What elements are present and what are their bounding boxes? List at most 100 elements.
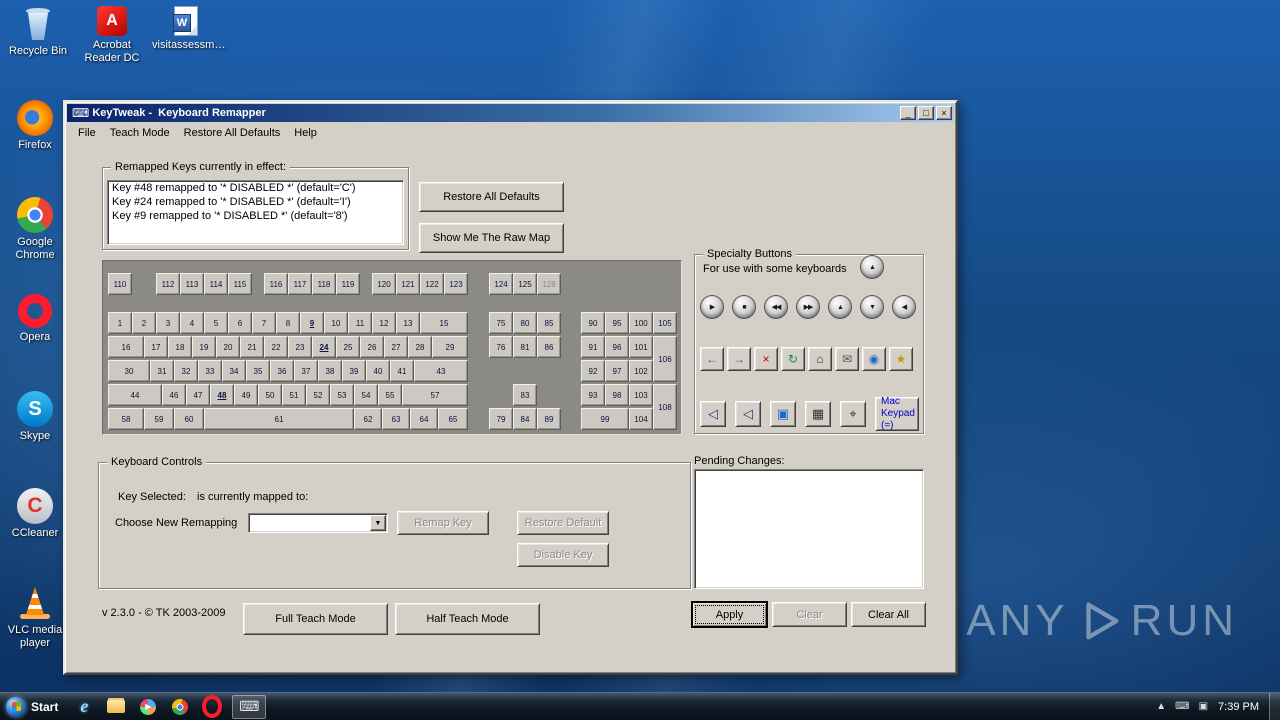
back-button[interactable]: ← (700, 347, 724, 371)
key-button[interactable]: 85 (537, 312, 561, 334)
mail-button[interactable]: ✉ (835, 347, 859, 371)
key-button[interactable]: 125 (513, 273, 537, 295)
show-raw-map-button[interactable]: Show Me The Raw Map (419, 223, 564, 253)
key-button[interactable]: 20 (216, 336, 240, 358)
key-button[interactable]: 52 (306, 384, 330, 406)
eject-button[interactable]: ▲ (860, 255, 884, 279)
favorites-button[interactable]: ★ (889, 347, 913, 371)
key-button[interactable]: 17 (144, 336, 168, 358)
key-button[interactable]: 28 (408, 336, 432, 358)
prev-track-button[interactable]: ◀ (892, 295, 916, 319)
key-button[interactable]: 18 (168, 336, 192, 358)
key-button[interactable]: 120 (372, 273, 396, 295)
key-button[interactable]: 108 (653, 384, 677, 430)
menu-item[interactable]: File (71, 125, 103, 141)
key-button[interactable]: 64 (410, 408, 438, 430)
key-button[interactable]: 29 (432, 336, 468, 358)
show-desktop-button[interactable] (1269, 693, 1280, 720)
play-button[interactable]: ▶ (700, 295, 724, 319)
key-button[interactable]: 114 (204, 273, 228, 295)
desktop-icon-firefox[interactable]: Firefox (3, 100, 67, 197)
key-button[interactable]: 118 (312, 273, 336, 295)
restore-default-button[interactable]: Restore Default (517, 511, 609, 535)
key-button[interactable]: 112 (156, 273, 180, 295)
desktop-icon-ccleaner[interactable]: CCleaner (3, 488, 67, 585)
desktop-icon-opera[interactable]: Opera (3, 294, 67, 391)
key-button[interactable]: 53 (330, 384, 354, 406)
forward-button[interactable]: → (727, 347, 751, 371)
key-button[interactable]: 97 (605, 360, 629, 382)
key-button[interactable]: 49 (234, 384, 258, 406)
key-button[interactable]: 24 (312, 336, 336, 358)
restore-all-defaults-button[interactable]: Restore All Defaults (419, 182, 564, 212)
key-button[interactable]: 34 (222, 360, 246, 382)
speaker-volume-button[interactable]: ◁ (735, 401, 761, 427)
key-button[interactable]: 4 (180, 312, 204, 334)
menu-item[interactable]: Help (287, 125, 324, 141)
key-button[interactable]: 58 (108, 408, 144, 430)
full-teach-mode-button[interactable]: Full Teach Mode (243, 603, 388, 635)
maximize-button[interactable]: □ (918, 106, 934, 120)
key-button[interactable]: 102 (629, 360, 653, 382)
desktop-icon-recycle-bin[interactable]: Recycle Bin (4, 6, 72, 65)
key-button[interactable]: 89 (537, 408, 561, 430)
key-button[interactable]: 103 (629, 384, 653, 406)
key-button[interactable]: 121 (396, 273, 420, 295)
key-button[interactable]: 105 (653, 312, 677, 334)
half-teach-mode-button[interactable]: Half Teach Mode (395, 603, 540, 635)
key-button[interactable]: 6 (228, 312, 252, 334)
key-button[interactable]: 115 (228, 273, 252, 295)
key-button[interactable]: 25 (336, 336, 360, 358)
key-button[interactable]: 59 (144, 408, 174, 430)
start-button[interactable]: Start (0, 693, 68, 720)
key-button[interactable]: 119 (336, 273, 360, 295)
title-bar[interactable]: ⌨ KeyTweak - Keyboard Remapper _ □ × (67, 104, 954, 122)
calculator-button[interactable]: ▦ (805, 401, 831, 427)
chevron-down-icon[interactable]: ▼ (370, 515, 386, 531)
key-button[interactable]: 12 (372, 312, 396, 334)
minimize-button[interactable]: _ (900, 106, 916, 120)
key-button[interactable]: 116 (264, 273, 288, 295)
key-button[interactable]: 33 (198, 360, 222, 382)
key-button[interactable]: 36 (270, 360, 294, 382)
taskbar-chrome[interactable] (164, 694, 196, 720)
key-button[interactable]: 38 (318, 360, 342, 382)
key-button[interactable]: 3 (156, 312, 180, 334)
key-button[interactable]: 2 (132, 312, 156, 334)
key-button[interactable]: 65 (438, 408, 468, 430)
key-button[interactable]: 21 (240, 336, 264, 358)
key-button[interactable]: 43 (414, 360, 468, 382)
key-button[interactable]: 76 (489, 336, 513, 358)
refresh-button[interactable]: ↻ (781, 347, 805, 371)
key-button[interactable]: 90 (581, 312, 605, 334)
key-button[interactable]: 37 (294, 360, 318, 382)
stop-nav-button[interactable]: × (754, 347, 778, 371)
remapped-keys-listbox[interactable]: Key #48 remapped to '* DISABLED *' (defa… (107, 180, 404, 245)
key-button[interactable]: 126 (537, 273, 561, 295)
volume-down-button[interactable]: ▼ (860, 295, 884, 319)
clear-all-button[interactable]: Clear All (851, 602, 926, 627)
remapped-key-entry[interactable]: Key #24 remapped to '* DISABLED *' (defa… (108, 195, 403, 209)
key-button[interactable]: 30 (108, 360, 150, 382)
key-button[interactable]: 9 (300, 312, 324, 334)
mac-keypad-button[interactable]: Mac Keypad (=) (875, 396, 919, 431)
close-button[interactable]: × (936, 106, 952, 120)
taskbar-explorer[interactable] (100, 694, 132, 720)
remap-key-button[interactable]: Remap Key (397, 511, 489, 535)
desktop-icon-vlc[interactable]: VLC media player (3, 585, 67, 682)
key-button[interactable]: 57 (402, 384, 468, 406)
key-button[interactable]: 124 (489, 273, 513, 295)
web-button[interactable]: ◉ (862, 347, 886, 371)
key-button[interactable]: 10 (324, 312, 348, 334)
stop-media-button[interactable]: ■ (732, 295, 756, 319)
key-button[interactable]: 91 (581, 336, 605, 358)
key-button[interactable]: 39 (342, 360, 366, 382)
key-button[interactable]: 11 (348, 312, 372, 334)
key-button[interactable]: 22 (264, 336, 288, 358)
key-button[interactable]: 104 (629, 408, 653, 430)
key-button[interactable]: 75 (489, 312, 513, 334)
clear-button[interactable]: Clear (772, 602, 847, 627)
remapping-combobox[interactable]: ▼ (248, 513, 388, 533)
taskbar-opera[interactable] (196, 694, 228, 720)
taskbar-media-player[interactable] (132, 694, 164, 720)
